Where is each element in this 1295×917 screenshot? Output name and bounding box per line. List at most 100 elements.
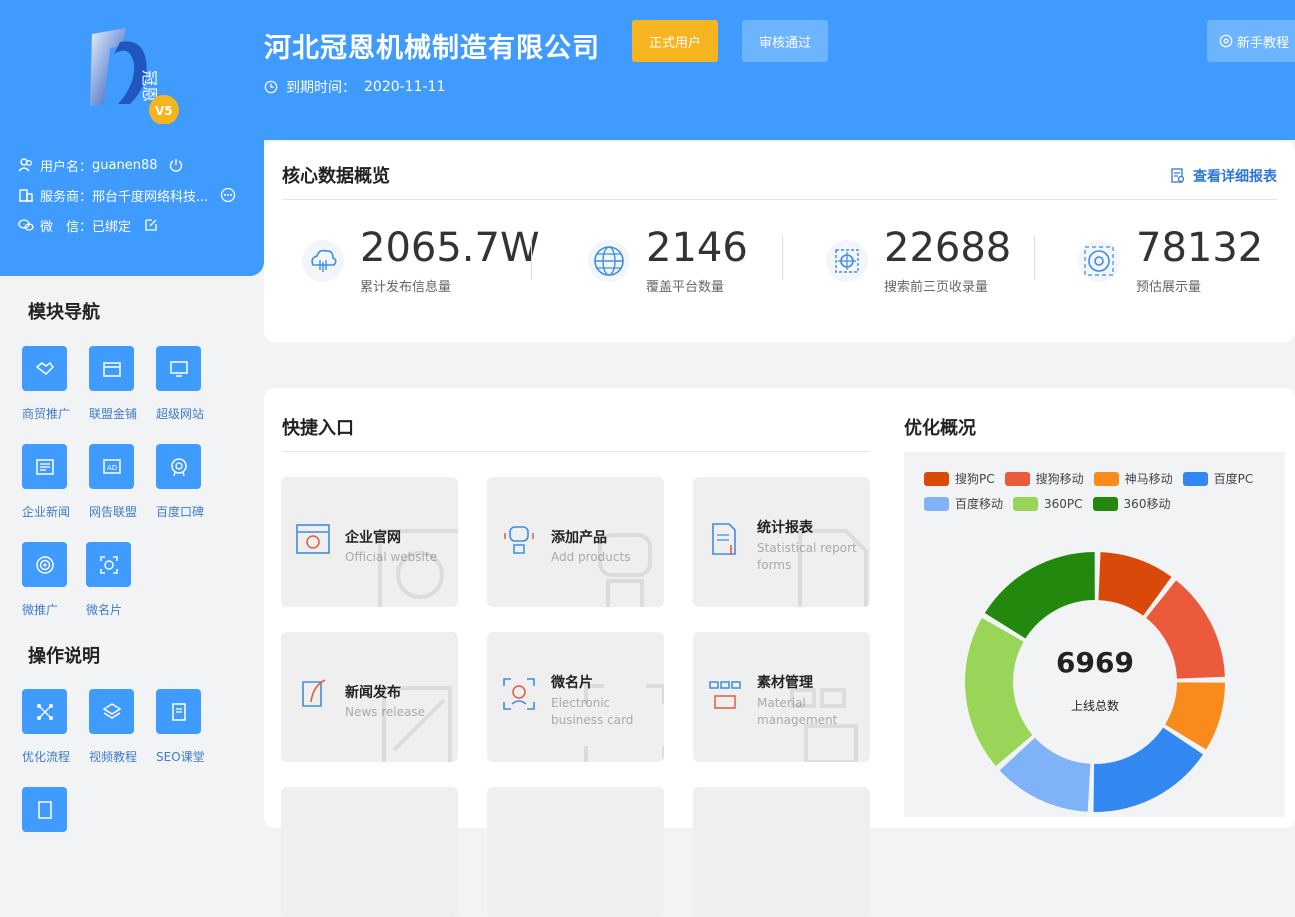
quick-entry-more[interactable]	[693, 787, 870, 917]
quick-entry-more[interactable]	[487, 787, 664, 917]
nav-item-label: 百度口碑	[156, 505, 205, 519]
nav-alliance-shop-box	[89, 346, 134, 391]
website-icon	[296, 524, 330, 554]
ops-nav-title: 操作说明	[28, 646, 100, 667]
nav-item-label: 微名片	[86, 603, 123, 617]
watermark-icon	[798, 529, 868, 607]
nav-item-label: 微推广	[22, 603, 59, 617]
nav-item-label: SEO课堂	[156, 750, 205, 764]
core-data-title: 核心数据概览	[282, 166, 390, 187]
edit-icon[interactable]	[143, 217, 159, 233]
quick-add-product[interactable]: 添加产品 Add products	[487, 477, 664, 607]
stat-impressions-label: 预估展示量	[1136, 280, 1202, 295]
stat-published-value: 2065.7W	[360, 225, 540, 271]
stat-published: 2065.7W 累计发布信息量	[300, 224, 540, 304]
nav-micro-card[interactable]: 微名片	[86, 542, 146, 618]
donut-total-label: 上线总数	[1071, 698, 1119, 713]
quick-material-manage[interactable]: 素材管理 Material management	[693, 632, 870, 762]
wechat-value: 已绑定	[92, 219, 132, 235]
robot-icon	[504, 526, 534, 554]
stat-platforms-value: 2146	[646, 225, 748, 271]
nav-trade-promotion[interactable]: 商贸推广	[22, 346, 82, 422]
stat-impressions: 78132 预估展示量	[1076, 224, 1263, 304]
nav-more-item[interactable]	[22, 787, 82, 832]
optimization-panel: 搜狗PC 搜狗移动 神马移动 百度PC 百度移动 360PC 360移动 6969 上线总数	[904, 452, 1285, 817]
username-label: 用户名：	[40, 159, 93, 175]
watermark-icon	[598, 533, 652, 607]
nav-ad-alliance[interactable]: AD 网告联盟	[89, 444, 149, 520]
nav-seo-class[interactable]: SEO课堂	[156, 689, 216, 765]
nav-video-tutorial-box	[89, 689, 134, 734]
nav-wechat-promotion[interactable]: 微推广	[22, 542, 82, 618]
nav-super-site[interactable]: 超级网站	[156, 346, 216, 422]
face-scan-icon	[99, 555, 118, 574]
newspaper-icon	[35, 458, 54, 475]
more-icon[interactable]	[220, 187, 236, 203]
logo-version: V5	[155, 104, 173, 118]
handshake-icon	[35, 361, 54, 375]
expire-info: 到期时间： 2020-11-11	[264, 77, 445, 97]
wechat-label: 微 信：	[40, 219, 93, 235]
target-search-icon	[826, 240, 868, 282]
nav-alliance-shop[interactable]: 联盟金铺	[89, 346, 149, 422]
nav-company-news[interactable]: 企业新闻	[22, 444, 82, 520]
wechat-row: 微 信： 已绑定	[18, 210, 236, 240]
monitor-icon	[169, 360, 188, 377]
nav-item-label: 优化流程	[22, 750, 71, 764]
formal-user-badge[interactable]: 正式用户	[632, 20, 718, 62]
optimization-title: 优化概况	[904, 418, 976, 439]
view-report-label: 查看详细报表	[1193, 169, 1277, 185]
donut-slice-6[interactable]	[984, 552, 1095, 639]
company-name: 河北冠恩机械制造有限公司	[264, 33, 600, 64]
quick-entry-more[interactable]	[281, 787, 458, 917]
nav-video-tutorial[interactable]: 视频教程	[89, 689, 149, 765]
nav-baidu-reputation[interactable]: 百度口碑	[156, 444, 216, 520]
nav-micro-card-box	[86, 542, 131, 587]
username-row: 用户名： guanen88	[18, 150, 236, 180]
nav-baidu-reputation-box	[156, 444, 201, 489]
wechat-icon	[18, 219, 34, 231]
user-info: 用户名： guanen88 服务商： 邢台千度网络科技... 微 信： 已绑定	[18, 150, 236, 240]
audit-passed-badge[interactable]: 审核通过	[742, 20, 828, 62]
nav-item-label: 超级网站	[156, 407, 205, 421]
ad-icon: AD	[102, 458, 121, 474]
report-form-icon	[712, 523, 736, 555]
logo-text: 冠恩	[140, 70, 159, 102]
stat-indexed-label: 搜索前三页收录量	[884, 280, 989, 295]
globe-icon	[588, 240, 630, 282]
shop-icon	[102, 361, 121, 377]
quick-news-release[interactable]: 新闻发布 News release	[281, 632, 458, 762]
nav-super-site-box	[156, 346, 201, 391]
user-icon	[18, 158, 33, 172]
nav-item-label: 联盟金铺	[89, 407, 138, 421]
materials-icon	[709, 681, 741, 709]
donut-slice-3[interactable]	[1093, 727, 1203, 812]
report-icon	[1171, 168, 1185, 183]
power-icon[interactable]	[168, 157, 184, 173]
svg-text:AD: AD	[107, 464, 117, 472]
watermark-icon	[584, 684, 664, 762]
tutorial-button[interactable]: 新手教程	[1207, 20, 1295, 62]
core-data-card: 核心数据概览 查看详细报表 2065.7W 累计发布信息量 2146 覆盖平台数量 …	[264, 142, 1295, 342]
nav-opt-process[interactable]: 优化流程	[22, 689, 82, 765]
quill-icon	[302, 679, 326, 707]
username-value: guanen88	[92, 157, 158, 173]
company-logo: 冠恩 V5	[84, 24, 184, 125]
quick-stat-report[interactable]: 统计报表 Statistical report forms	[693, 477, 870, 607]
nav-ad-alliance-box: AD	[89, 444, 134, 489]
nav-item-label: 视频教程	[89, 750, 138, 764]
quick-micro-card[interactable]: 微名片 Electronic business card	[487, 632, 664, 762]
quick-divider	[282, 451, 870, 452]
nav-more-item-box	[22, 787, 67, 832]
quick-official-site[interactable]: 企业官网 Official website	[281, 477, 458, 607]
watermark-icon	[790, 688, 858, 762]
expire-label: 到期时间：	[286, 80, 356, 96]
flow-icon	[36, 703, 53, 720]
building-icon	[19, 189, 33, 202]
cloud-icon	[302, 240, 344, 282]
provider-label: 服务商：	[40, 189, 93, 205]
donut-slice-5[interactable]	[965, 618, 1033, 767]
view-report-link[interactable]: 查看详细报表	[1171, 166, 1277, 186]
stat-indexed: 22688 搜索前三页收录量	[824, 224, 1011, 304]
nav-trade-promotion-box	[22, 346, 67, 391]
